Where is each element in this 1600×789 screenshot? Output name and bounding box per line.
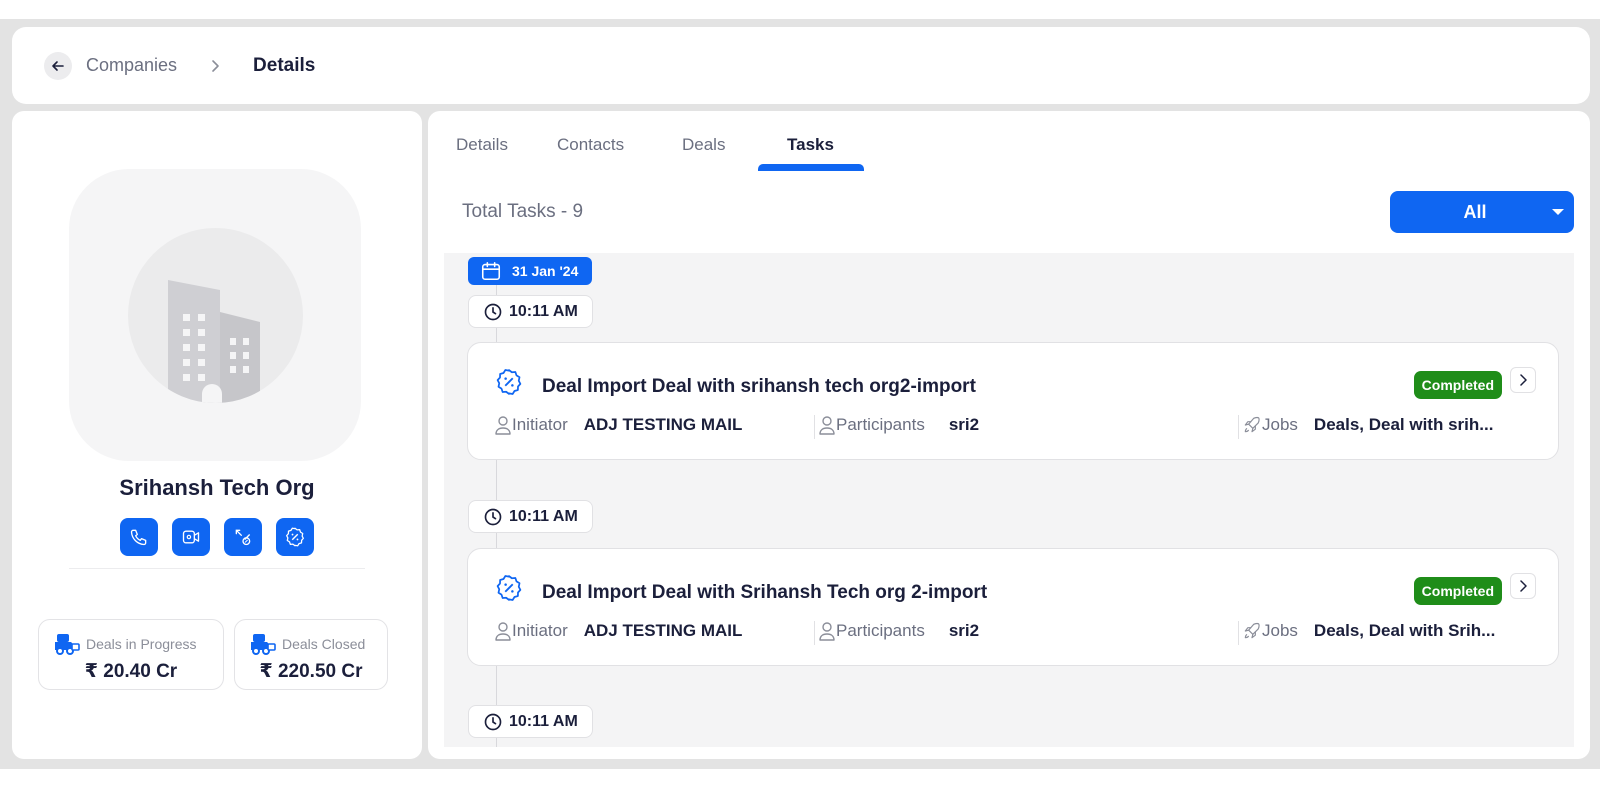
back-arrow-icon[interactable] — [44, 51, 72, 80]
discount-badge-icon — [494, 573, 524, 608]
top-band — [0, 0, 1600, 19]
company-profile-panel: Srihansh Tech Org Deals in Progress ₹ 20… — [12, 111, 422, 759]
task-participants: Participants sri2 — [818, 621, 979, 641]
bottom-band — [0, 769, 1600, 789]
task-timeline: 31 Jan '24 10:11 AM Deal Import Deal wit… — [444, 253, 1574, 747]
video-icon — [182, 530, 200, 544]
tab-bar: Details Contacts Deals Tasks — [428, 111, 1590, 175]
tab-deals[interactable]: Deals — [682, 135, 725, 155]
chevron-right-icon[interactable] — [1510, 367, 1536, 393]
page-title: Details — [253, 54, 316, 76]
task-initiator: Initiator ADJ TESTING MAIL — [494, 415, 742, 435]
time-badge: 10:11 AM — [468, 295, 593, 328]
tab-contacts[interactable]: Contacts — [557, 135, 624, 155]
truck-icon — [53, 630, 81, 661]
initiator-label: Initiator — [512, 415, 568, 434]
task-jobs: Jobs Deals, Deal with srih... — [1242, 415, 1512, 435]
phone-icon — [130, 529, 147, 546]
truck-icon — [249, 630, 277, 661]
breadcrumb-companies-link[interactable]: Companies — [86, 55, 177, 76]
rocket-icon — [1244, 622, 1260, 639]
filter-selected-value: All — [1463, 202, 1487, 222]
task-participants: Participants sri2 — [818, 415, 979, 435]
status-badge: Completed — [1413, 371, 1502, 399]
phone-button[interactable] — [120, 518, 158, 556]
company-name: Srihansh Tech Org — [119, 475, 315, 500]
deals-closed-card: Deals Closed ₹ 220.50 Cr — [234, 619, 388, 690]
task-filter-select[interactable]: All — [1390, 191, 1574, 233]
jobs-label: Jobs — [1262, 621, 1298, 640]
date-badge: 31 Jan '24 — [468, 257, 593, 285]
calendar-icon — [481, 261, 501, 281]
active-tab-indicator — [758, 164, 864, 171]
building-icon — [128, 228, 303, 403]
user-icon — [819, 416, 835, 435]
participants-value: sri2 — [948, 415, 980, 434]
jobs-value: Deals, Deal with srih... — [1313, 415, 1494, 434]
divider — [69, 568, 365, 569]
date-text: 31 Jan '24 — [512, 263, 579, 279]
chevron-right-icon[interactable] — [1510, 573, 1536, 599]
stat-value: ₹ 220.50 Cr — [259, 661, 363, 682]
video-call-button[interactable] — [172, 518, 210, 556]
total-tasks-count: Total Tasks - 9 — [462, 201, 584, 222]
user-icon — [495, 416, 511, 435]
rocket-icon — [1244, 416, 1260, 433]
time-badge: 10:11 AM — [468, 500, 593, 533]
clock-icon — [484, 508, 502, 525]
task-card[interactable]: Deal Import Deal with srihansh tech org2… — [467, 342, 1559, 460]
stat-label: Deals Closed — [282, 636, 366, 652]
participants-value: sri2 — [948, 621, 980, 640]
divider — [814, 621, 815, 645]
deals-in-progress-card: Deals in Progress ₹ 20.40 Cr — [38, 619, 224, 690]
divider — [1238, 415, 1239, 439]
initiator-value: ADJ TESTING MAIL — [583, 415, 743, 434]
deal-icon — [235, 529, 251, 546]
status-badge: Completed — [1413, 577, 1502, 605]
breadcrumb: Companies Details — [12, 27, 1590, 104]
company-action-buttons — [120, 518, 314, 556]
clock-icon — [484, 303, 502, 320]
deal-button[interactable] — [224, 518, 262, 556]
tasks-toolbar: Total Tasks - 9 All — [444, 173, 1574, 253]
participants-label: Participants — [836, 621, 925, 640]
time-text: 10:11 AM — [509, 712, 578, 730]
caret-down-icon — [1552, 209, 1564, 215]
task-title: Deal Import Deal with Srihansh Tech org … — [542, 582, 988, 603]
tab-tasks[interactable]: Tasks — [787, 135, 834, 155]
time-badge: 10:11 AM — [468, 705, 593, 738]
initiator-value: ADJ TESTING MAIL — [583, 621, 743, 640]
tasks-panel: Details Contacts Deals Tasks Total Tasks… — [428, 111, 1590, 759]
clock-icon — [484, 713, 502, 730]
task-jobs: Jobs Deals, Deal with Srih... — [1242, 621, 1512, 641]
jobs-value: Deals, Deal with Srih... — [1313, 621, 1496, 640]
discount-button[interactable] — [276, 518, 314, 556]
divider — [1238, 621, 1239, 645]
discount-icon — [286, 527, 304, 547]
time-text: 10:11 AM — [509, 507, 578, 525]
participants-label: Participants — [836, 415, 925, 434]
initiator-label: Initiator — [512, 621, 568, 640]
chevron-right-icon — [209, 58, 221, 74]
task-card[interactable]: Deal Import Deal with Srihansh Tech org … — [467, 548, 1559, 666]
tab-details[interactable]: Details — [456, 135, 508, 155]
stat-value: ₹ 20.40 Cr — [84, 661, 178, 682]
jobs-label: Jobs — [1262, 415, 1298, 434]
discount-badge-icon — [494, 367, 524, 402]
user-icon — [819, 622, 835, 641]
task-initiator: Initiator ADJ TESTING MAIL — [494, 621, 742, 641]
divider — [814, 415, 815, 439]
task-title: Deal Import Deal with srihansh tech org2… — [542, 376, 976, 397]
time-text: 10:11 AM — [509, 302, 578, 320]
company-logo — [69, 169, 361, 461]
stat-label: Deals in Progress — [86, 636, 197, 652]
user-icon — [495, 622, 511, 641]
